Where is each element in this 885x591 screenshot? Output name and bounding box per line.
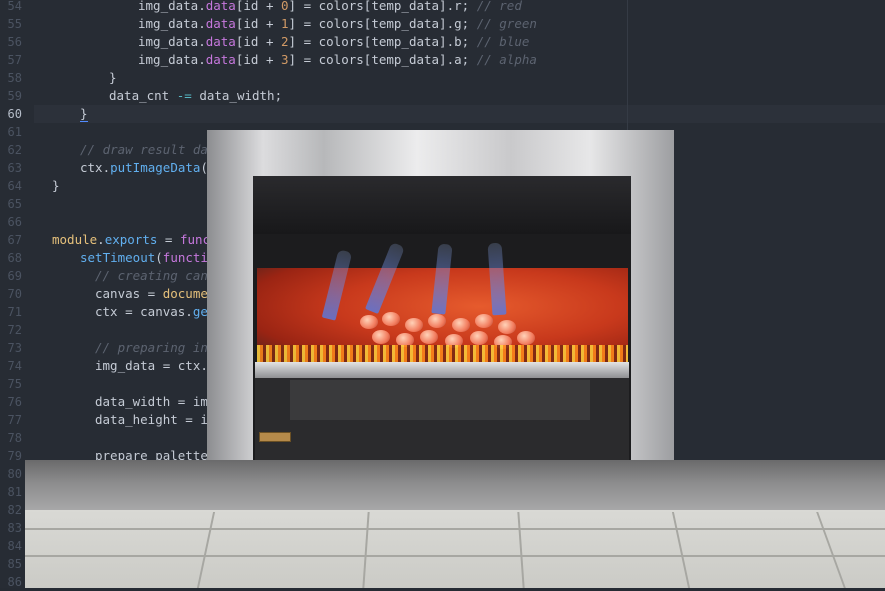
ember-coal	[470, 331, 488, 345]
brand-badge	[259, 432, 291, 442]
ember-coal	[452, 318, 470, 332]
fireplace-photo-overlay	[0, 0, 885, 588]
tile-grout	[25, 555, 885, 557]
ember-coal	[405, 318, 423, 332]
tiled-floor	[25, 510, 885, 588]
ember-coal	[372, 330, 390, 344]
ember-coal	[517, 331, 535, 345]
ember-coal	[498, 320, 516, 334]
hearth-ledge	[25, 460, 885, 512]
fireplace-rail	[255, 362, 629, 378]
fireplace-vent	[290, 380, 590, 420]
ember-coal	[360, 315, 378, 329]
ember-coal	[475, 314, 493, 328]
fireplace-hood	[253, 176, 631, 234]
ember-coal	[382, 312, 400, 326]
tile-grout	[25, 528, 885, 530]
ember-coal	[428, 314, 446, 328]
ember-coal	[420, 330, 438, 344]
fire-flames-base	[257, 345, 628, 363]
